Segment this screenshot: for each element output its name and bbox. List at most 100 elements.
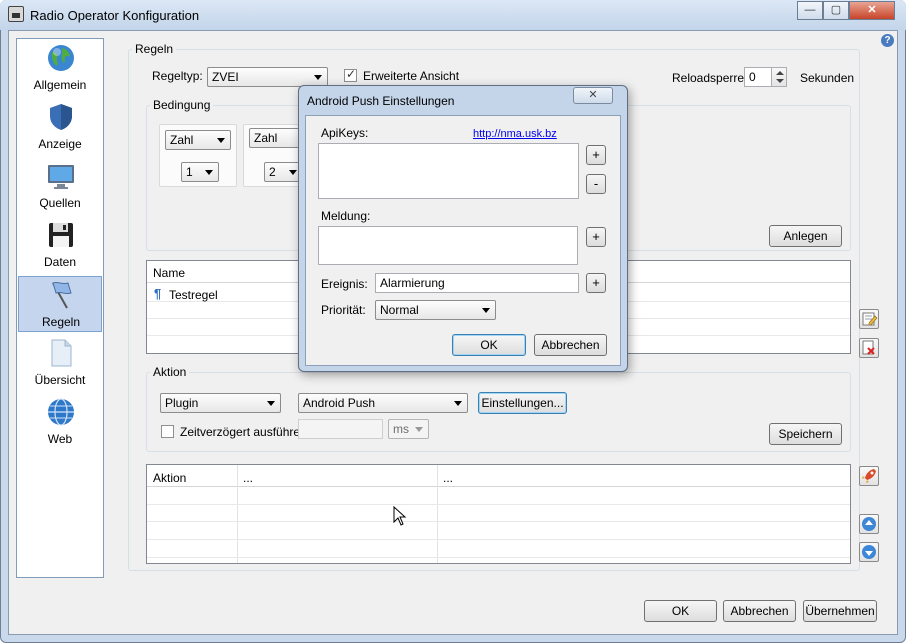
condition-2-type-select[interactable]: Zahl	[249, 128, 303, 148]
run-action-button[interactable]	[859, 466, 879, 486]
plugin-type-select[interactable]: Plugin	[160, 393, 281, 413]
sidebar-item-web[interactable]: Web	[18, 394, 102, 450]
reloadsperre-label: Reloadsperre:	[672, 71, 748, 85]
reloadsperre-spinner[interactable]	[771, 67, 787, 87]
anlegen-button[interactable]: Anlegen	[769, 225, 842, 247]
chevron-down-icon	[267, 401, 275, 406]
apikeys-textarea[interactable]	[318, 143, 579, 199]
chevron-down-icon	[314, 75, 322, 80]
zeitverzoegert-checkbox[interactable]	[161, 425, 174, 438]
condition-1-number-value: 1	[186, 165, 193, 179]
plugin-select[interactable]: Android Push	[298, 393, 468, 413]
condition-1-type-value: Zahl	[170, 133, 194, 147]
floppy-disk-icon	[49, 223, 73, 247]
rocket-icon	[862, 469, 876, 483]
regeltyp-label: Regeltyp:	[152, 69, 203, 83]
sidebar-item-label: Anzeige	[38, 137, 82, 151]
ereignis-input[interactable]: Alarmierung	[375, 273, 579, 293]
sidebar-item-anzeige[interactable]: Anzeige	[18, 99, 102, 155]
table-row[interactable]	[147, 540, 850, 558]
delete-icon	[862, 340, 875, 355]
regeltyp-select[interactable]: ZVEI	[207, 67, 328, 87]
flag-icon	[52, 281, 72, 309]
globe-icon	[48, 398, 74, 426]
table-row[interactable]	[147, 505, 850, 522]
sidebar-item-label: Daten	[43, 255, 77, 269]
dialog-abbrechen-button[interactable]: Abbrechen	[534, 334, 607, 356]
condition-1-number-select[interactable]: 1	[181, 162, 219, 182]
move-up-button[interactable]	[859, 514, 879, 534]
condition-1-type-select[interactable]: Zahl	[165, 130, 231, 150]
meldung-add-button[interactable]: +	[586, 227, 606, 247]
abbrechen-button[interactable]: Abbrechen	[723, 600, 796, 622]
condition-2-number-value: 2	[269, 165, 276, 179]
close-button[interactable]: ✕	[849, 1, 895, 20]
action-column-2[interactable]: ...	[243, 471, 253, 485]
dialog-ok-button[interactable]: OK	[452, 334, 526, 356]
erweiterte-ansicht-label: Erweiterte Ansicht	[363, 69, 460, 83]
reloadsperre-input[interactable]: 0	[744, 67, 772, 87]
action-column-aktion[interactable]: Aktion	[153, 471, 186, 485]
minimize-button[interactable]: —	[797, 1, 823, 20]
mouse-cursor-icon	[393, 506, 407, 526]
sidebar-item-quellen[interactable]: Quellen	[18, 158, 102, 214]
nma-link[interactable]: http://nma.usk.bz	[473, 128, 557, 140]
plugin-type-value: Plugin	[165, 396, 199, 410]
window-title: Radio Operator Konfiguration	[30, 8, 200, 23]
maximize-button[interactable]: ▢	[823, 1, 849, 20]
meldung-label: Meldung:	[321, 209, 371, 223]
sidebar-item-label: Quellen	[39, 196, 81, 210]
rules-column-name[interactable]: Name	[153, 266, 185, 280]
sidebar-item-daten[interactable]: Daten	[18, 217, 102, 273]
table-row[interactable]	[147, 522, 850, 540]
ok-button[interactable]: OK	[644, 600, 717, 622]
radio-app-icon	[8, 6, 24, 22]
sidebar-item-label: Regeln	[41, 315, 81, 329]
prioritaet-label: Priorität:	[321, 303, 366, 317]
sidebar-item-label: Allgemein	[33, 78, 87, 92]
dialog-title: Android Push Einstellungen	[307, 94, 455, 108]
regeltyp-value: ZVEI	[212, 70, 239, 84]
chevron-down-icon	[482, 308, 490, 313]
sidebar-item-label: Web	[47, 432, 73, 446]
sidebar-item-uebersicht[interactable]: Übersicht	[18, 335, 102, 391]
ereignis-label: Ereignis:	[321, 277, 368, 291]
table-row[interactable]	[147, 488, 850, 505]
chevron-down-icon	[205, 170, 213, 175]
edit-rule-button[interactable]	[859, 309, 879, 329]
move-down-button[interactable]	[859, 542, 879, 562]
rule-name-cell: Testregel	[169, 288, 218, 302]
monitor-icon	[48, 165, 74, 189]
apikey-remove-button[interactable]: -	[586, 174, 606, 194]
erweiterte-ansicht-checkbox[interactable]	[344, 67, 357, 82]
arrow-down-icon	[862, 545, 876, 559]
sidebar-item-regeln[interactable]: Regeln	[18, 276, 102, 332]
apikeys-label: ApiKeys:	[321, 126, 369, 140]
bedingung-group-label: Bedingung	[150, 98, 214, 112]
chevron-down-icon	[415, 427, 423, 432]
apikey-add-button[interactable]: +	[586, 145, 606, 165]
speichern-button[interactable]: Speichern	[769, 423, 842, 445]
help-icon[interactable]: ?	[881, 34, 894, 47]
einstellungen-button[interactable]: Einstellungen...	[478, 392, 567, 414]
plugin-value: Android Push	[303, 396, 376, 410]
dialog-close-button[interactable]: ✕	[573, 87, 613, 104]
sidebar-item-label: Übersicht	[34, 373, 86, 387]
regeln-group-label: Regeln	[132, 42, 177, 56]
prioritaet-select[interactable]: Normal	[375, 300, 496, 320]
sidebar-item-allgemein[interactable]: Allgemein	[18, 40, 102, 96]
meldung-textarea[interactable]	[318, 226, 578, 265]
delay-unit-select[interactable]: ms	[388, 419, 429, 439]
chevron-down-icon	[454, 401, 462, 406]
delete-rule-button[interactable]	[859, 338, 879, 358]
globe-icon	[48, 45, 74, 71]
shield-icon	[50, 104, 72, 130]
condition-2-type-value: Zahl	[254, 131, 278, 145]
aktion-group-label: Aktion	[150, 365, 190, 379]
chevron-down-icon	[289, 170, 297, 175]
uebernehmen-button[interactable]: Übernehmen	[803, 600, 877, 622]
sekunden-label: Sekunden	[800, 71, 855, 85]
ereignis-add-button[interactable]: +	[586, 273, 606, 293]
delay-input[interactable]	[298, 419, 383, 439]
action-column-3[interactable]: ...	[443, 471, 453, 485]
